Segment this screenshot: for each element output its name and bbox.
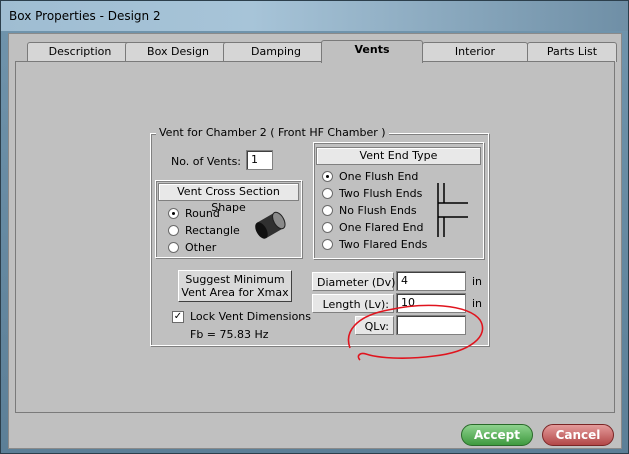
cancel-button[interactable]: Cancel	[542, 424, 614, 446]
diameter-unit: in	[472, 275, 483, 288]
dialog-window: Box Properties - Design 2 Description Bo…	[0, 0, 629, 454]
shape-rectangle-radio[interactable]: Rectangle	[168, 224, 240, 237]
tab-vents[interactable]: Vents	[321, 40, 423, 63]
tab-box-design[interactable]: Box Design	[125, 42, 231, 62]
round-vent-cylinder-icon	[255, 211, 286, 239]
tab-parts-list[interactable]: Parts List	[527, 42, 617, 62]
annotation-circle-icon	[347, 304, 484, 361]
tab-strip: Description Box Design Damping Vents Int…	[15, 40, 617, 63]
radio-dot	[168, 208, 179, 219]
suggest-button-line2: Vent Area for Xmax	[181, 286, 289, 299]
end-no-flush-radio[interactable]: No Flush Ends	[322, 204, 417, 217]
end-one-flush-radio[interactable]: One Flush End	[322, 170, 418, 183]
radio-dot	[168, 225, 179, 236]
shape-group-title: Vent Cross Section Shape	[158, 183, 299, 214]
checkbox-box: ✓	[172, 310, 184, 323]
radio-dot	[322, 222, 333, 233]
fb-readout: Fb = 75.83 Hz	[190, 328, 269, 341]
end-one-flared-radio[interactable]: One Flared End	[322, 221, 423, 234]
radio-label: No Flush Ends	[339, 204, 417, 217]
end-type-title: Vent End Type	[316, 147, 481, 165]
vent-end-diagram-icon	[437, 183, 468, 237]
radio-label: One Flush End	[339, 170, 419, 183]
radio-label: Two Flush Ends	[339, 187, 423, 200]
shape-round-radio[interactable]: Round	[168, 207, 220, 220]
radio-dot	[168, 242, 179, 253]
suggest-button-line1: Suggest Minimum	[185, 273, 285, 286]
diameter-input[interactable]: 4	[396, 271, 466, 291]
radio-dot	[322, 171, 333, 182]
lock-vent-dimensions-checkbox[interactable]: ✓ Lock Vent Dimensions	[172, 310, 311, 323]
radio-label: Two Flared Ends	[339, 238, 428, 251]
radio-dot	[322, 205, 333, 216]
num-vents-label: No. of Vents:	[171, 155, 242, 168]
radio-label: Other	[185, 241, 217, 254]
radio-dot	[322, 188, 333, 199]
radio-label: One Flared End	[339, 221, 424, 234]
diameter-label: Diameter (Dv):	[312, 272, 399, 291]
shape-other-radio[interactable]: Other	[168, 241, 216, 254]
end-two-flush-radio[interactable]: Two Flush Ends	[322, 187, 422, 200]
radio-label: Round	[185, 207, 220, 220]
vents-panel: Vent for Chamber 2 ( Front HF Chamber ) …	[15, 61, 615, 413]
radio-label: Rectangle	[185, 224, 240, 237]
checkbox-label: Lock Vent Dimensions	[190, 310, 311, 323]
accept-button[interactable]: Accept	[461, 424, 533, 446]
suggest-vent-area-button[interactable]: Suggest Minimum Vent Area for Xmax	[178, 270, 292, 302]
vent-group-title: Vent for Chamber 2 ( Front HF Chamber )	[156, 126, 389, 139]
tab-description[interactable]: Description	[27, 42, 133, 62]
num-vents-input[interactable]: 1	[246, 150, 273, 170]
dialog-client: Description Box Design Damping Vents Int…	[8, 33, 622, 449]
window-title: Box Properties - Design 2	[9, 9, 161, 23]
tab-interior[interactable]: Interior	[422, 42, 528, 62]
tab-damping[interactable]: Damping	[223, 42, 329, 62]
end-two-flared-radio[interactable]: Two Flared Ends	[322, 238, 427, 251]
title-bar[interactable]: Box Properties - Design 2	[1, 1, 628, 31]
radio-dot	[322, 239, 333, 250]
